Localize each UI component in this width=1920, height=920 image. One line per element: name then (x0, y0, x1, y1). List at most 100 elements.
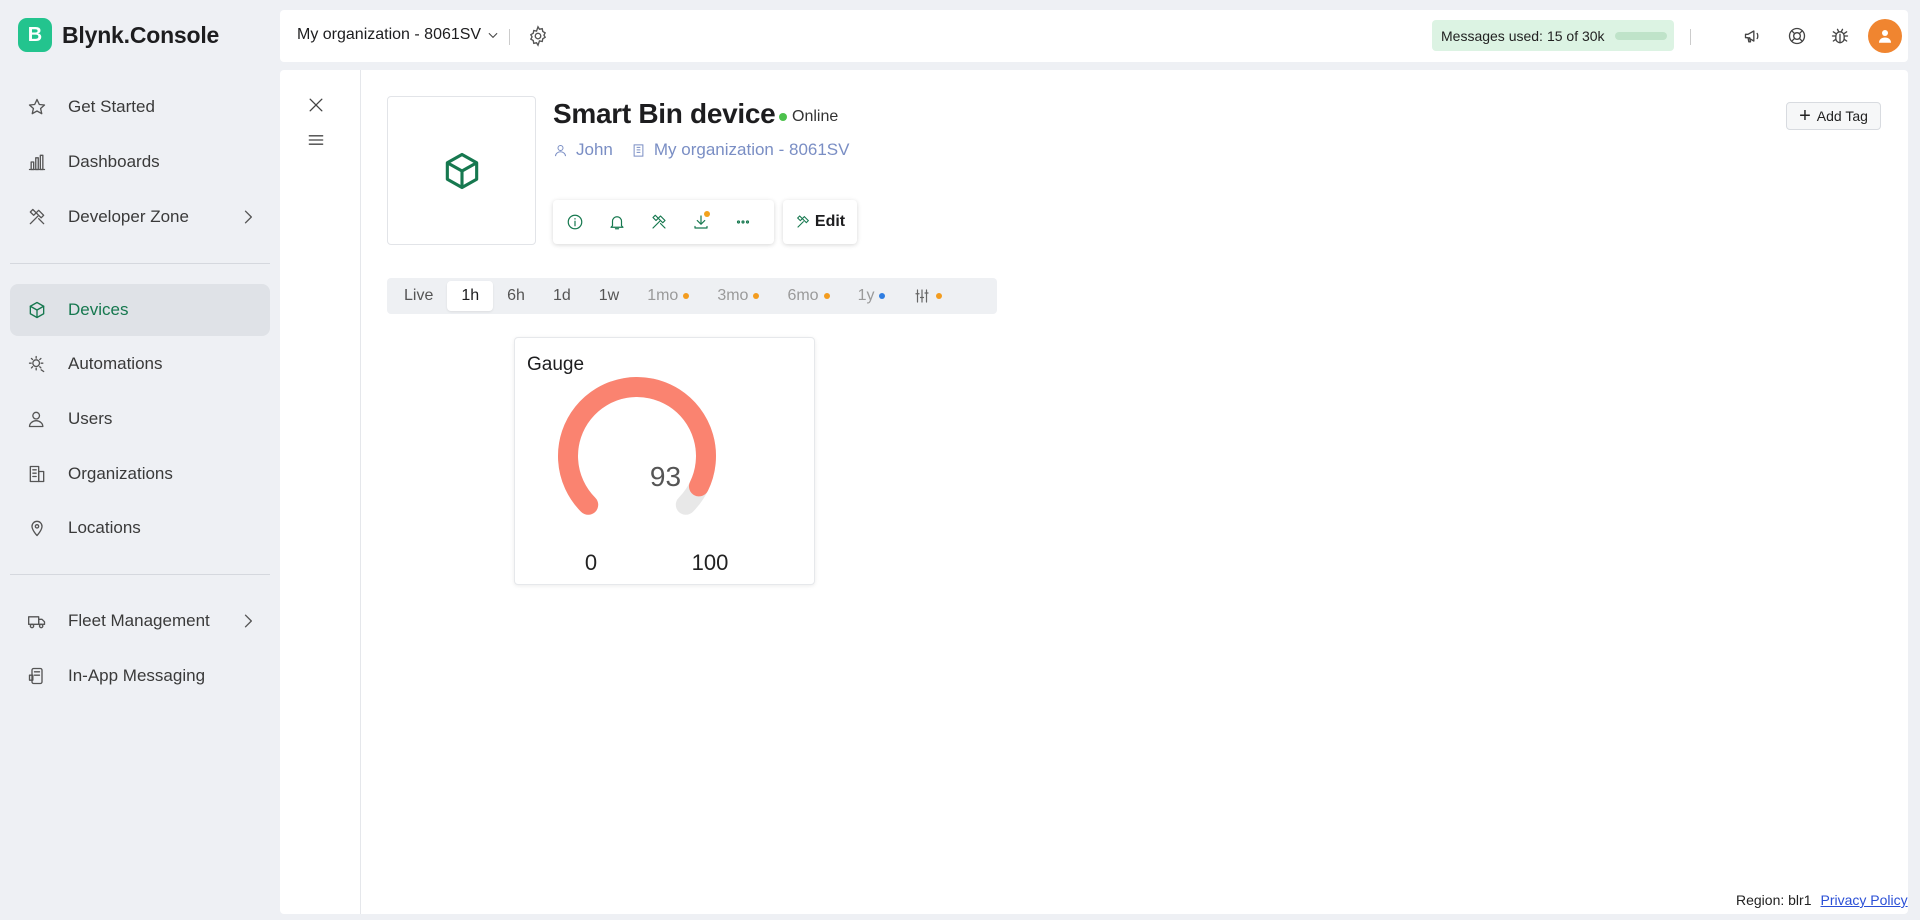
developer-tools-button[interactable] (648, 210, 670, 234)
gauge-max-label: 100 (691, 550, 729, 575)
device-owner-link[interactable]: John (553, 140, 613, 160)
time-range-1mo[interactable]: 1mo (633, 281, 703, 311)
help-button[interactable] (1785, 24, 1809, 48)
cube-icon (26, 299, 48, 321)
sidebar-item-automations[interactable]: Automations (10, 338, 270, 390)
notifications-button[interactable] (606, 210, 628, 234)
bell-icon (610, 216, 624, 230)
time-range-label: 1w (598, 287, 620, 304)
sidebar-item-label: Users (68, 409, 113, 428)
time-range-label: 1mo (647, 287, 679, 304)
status-badge: Online (779, 108, 838, 126)
logo-badge-icon: B (18, 18, 52, 52)
device-detail-panel: Smart Bin device Online John My organiza… (280, 70, 1908, 914)
notification-dot-icon (704, 211, 710, 217)
messages-usage-badge[interactable]: Messages used: 15 of 30k (1432, 20, 1674, 51)
time-range-6mo[interactable]: 6mo (773, 281, 843, 311)
custom-range-button[interactable] (899, 281, 956, 311)
time-range-label: 6mo (787, 287, 819, 304)
edit-label: Edit (814, 213, 846, 230)
organization-name: My organization - 8061SV (297, 26, 482, 43)
top-bar: My organization - 8061SV Messages used: … (280, 10, 1908, 62)
device-image[interactable] (387, 96, 536, 245)
time-range-live[interactable]: Live (390, 281, 447, 311)
star-icon (26, 96, 48, 118)
time-range-label: 6h (507, 287, 525, 304)
organization-settings-button[interactable] (527, 25, 549, 47)
edit-tools-icon (796, 215, 809, 228)
sidebar-item-devices[interactable]: Devices (10, 284, 270, 336)
sidebar-item-fleet-management[interactable]: Fleet Management (10, 595, 270, 647)
tools-icon (652, 214, 666, 229)
device-organization: My organization - 8061SV (653, 140, 850, 159)
sidebar-item-label: Automations (68, 354, 163, 373)
sidebar-item-label: In-App Messaging (68, 666, 206, 685)
time-range-label: Live (404, 287, 434, 304)
time-range-6h[interactable]: 6h (493, 281, 539, 311)
sidebar-item-label: Locations (68, 518, 141, 537)
sidebar-item-locations[interactable]: Locations (10, 502, 270, 554)
avatar[interactable] (1868, 19, 1902, 53)
sidebar-item-label: Dashboards (68, 152, 160, 171)
gauge-min-label: 0 (584, 550, 598, 575)
more-options-button[interactable] (732, 210, 754, 234)
bar-chart-icon (26, 151, 48, 173)
device-name: Smart Bin device (553, 98, 776, 129)
sliders-icon (915, 289, 930, 303)
time-range-1y[interactable]: 1y (844, 281, 900, 311)
privacy-policy-link[interactable]: Privacy Policy (1821, 892, 1908, 908)
bug-icon (1831, 28, 1849, 44)
time-range-1d[interactable]: 1d (539, 281, 585, 311)
help-lifebuoy-icon (1788, 27, 1806, 45)
info-icon (567, 214, 583, 230)
sidebar-item-users[interactable]: Users (10, 393, 270, 445)
announcements-button[interactable] (1741, 24, 1765, 48)
message-icon (26, 665, 48, 687)
messages-label: Messages used: (1441, 27, 1543, 44)
edit-dashboard-button[interactable]: Edit (783, 200, 857, 244)
panel-tools (280, 70, 361, 914)
sidebar-item-label: Get Started (68, 97, 155, 116)
sidebar-divider (10, 574, 270, 575)
report-bug-button[interactable] (1828, 24, 1852, 48)
sidebar-item-label: Fleet Management (68, 611, 210, 630)
footer: Region: blr1 Privacy Policy (1736, 892, 1908, 908)
building-icon (26, 463, 48, 485)
sidebar: B Blynk.Console Get Started Dashboards D… (0, 0, 280, 920)
sidebar-item-organizations[interactable]: Organizations (10, 448, 270, 500)
gear-icon (529, 25, 547, 47)
chevron-right-icon (244, 614, 252, 628)
more-icon (736, 220, 750, 224)
sidebar-item-developer-zone[interactable]: Developer Zone (10, 191, 270, 243)
upgrade-dot-icon (683, 293, 690, 299)
online-dot-icon (779, 113, 787, 121)
user-icon (26, 408, 48, 430)
automation-icon (26, 353, 48, 375)
add-tag-button[interactable]: + Add Tag (1786, 102, 1881, 130)
close-button[interactable] (304, 93, 328, 117)
chevron-right-icon (244, 210, 252, 224)
sidebar-item-dashboards[interactable]: Dashboards (10, 136, 270, 188)
organization-selector[interactable]: My organization - 8061SV (297, 26, 500, 44)
sidebar-item-label: Devices (68, 300, 129, 319)
download-button[interactable] (690, 210, 712, 234)
time-range-3mo[interactable]: 3mo (703, 281, 773, 311)
upgrade-dot-icon (879, 293, 886, 299)
time-range-1h[interactable]: 1h (447, 281, 494, 311)
brand-name: Blynk.Console (62, 21, 220, 48)
sidebar-item-get-started[interactable]: Get Started (10, 81, 270, 133)
device-organization-link[interactable]: My organization - 8061SV (631, 140, 850, 160)
time-range-1w[interactable]: 1w (585, 281, 633, 311)
time-range-label: 1y (857, 287, 875, 304)
device-meta: John My organization - 8061SV (553, 140, 867, 160)
brand-logo[interactable]: B Blynk.Console (18, 18, 219, 52)
truck-icon (26, 610, 48, 632)
time-range-label: 3mo (717, 287, 749, 304)
messages-progress-bar (1614, 31, 1667, 40)
device-info-button[interactable] (564, 210, 586, 234)
sidebar-item-in-app-messaging[interactable]: In-App Messaging (10, 650, 270, 702)
gauge-widget[interactable]: Gauge 93 0 100 (514, 337, 815, 585)
cube-icon (445, 152, 478, 189)
gauge-value: 93 (649, 461, 682, 492)
menu-button[interactable] (304, 128, 328, 152)
